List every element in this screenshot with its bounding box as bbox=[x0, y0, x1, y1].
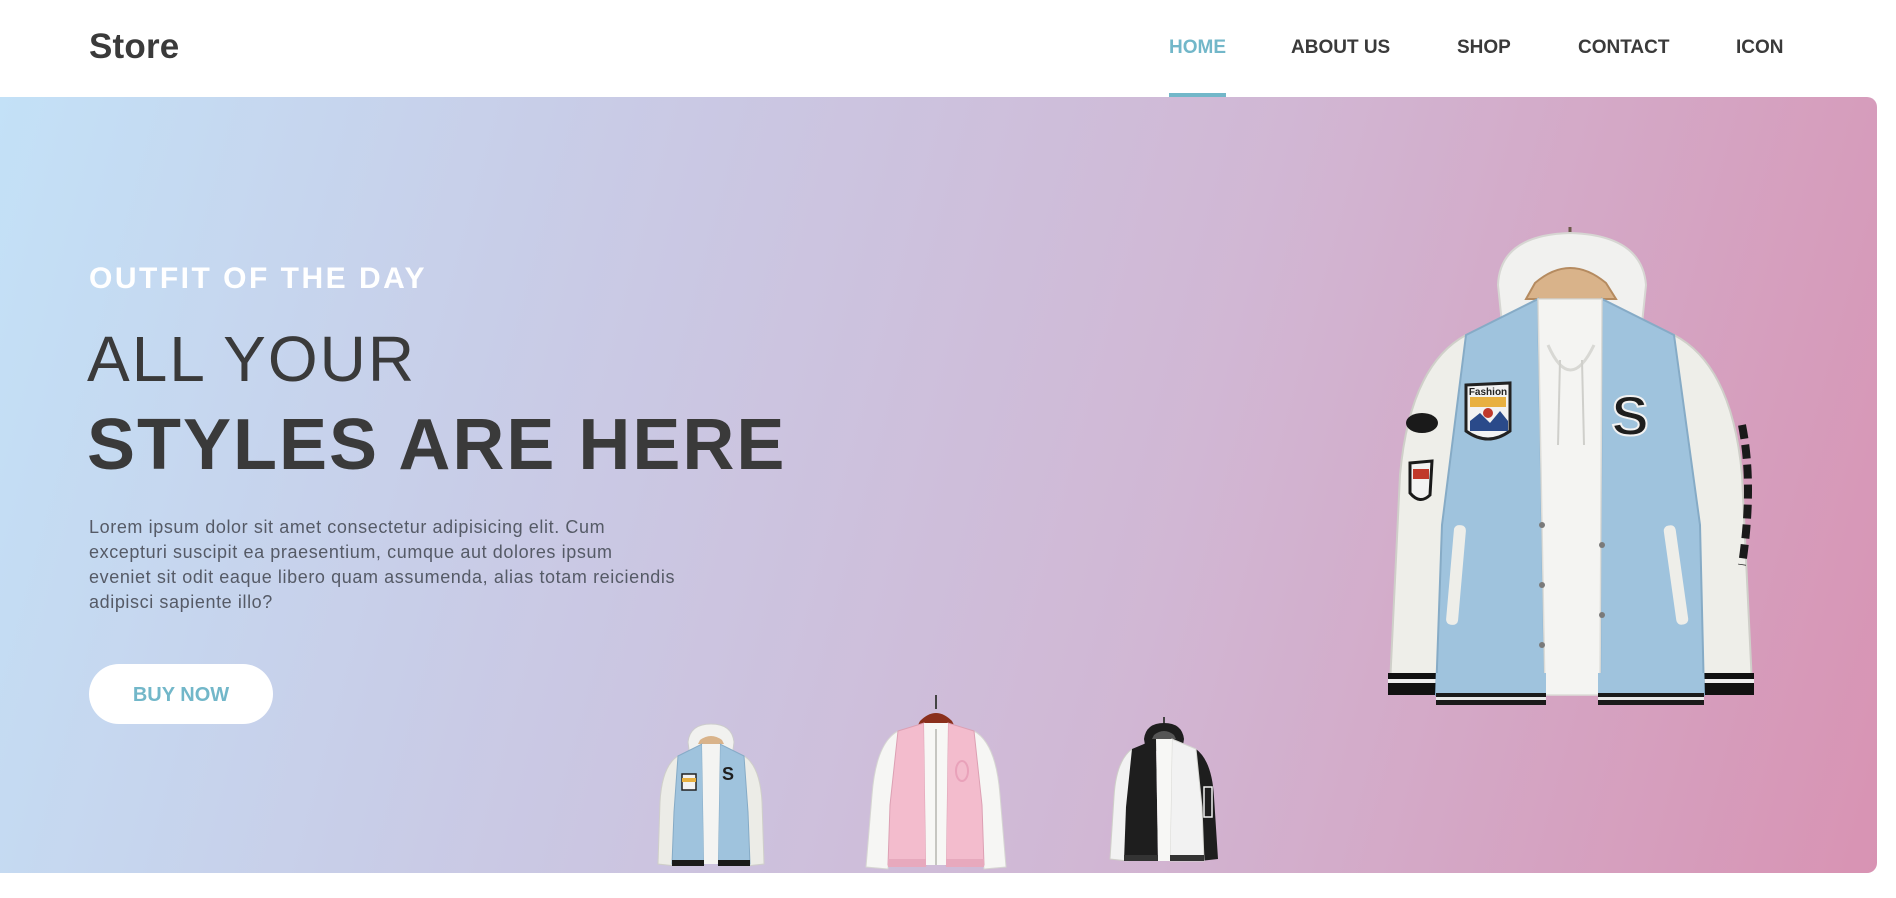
black-white-jacket-thumbnail[interactable] bbox=[1104, 717, 1224, 867]
patch-text: Fashion bbox=[1469, 387, 1507, 398]
hero-headline-line2: STYLES ARE HERE bbox=[87, 405, 787, 485]
hero-banner: OUTFIT OF THE DAY ALL YOUR STYLES ARE HE… bbox=[0, 97, 1877, 873]
store-logo[interactable]: Store bbox=[89, 27, 179, 67]
hero-eyebrow: OUTFIT OF THE DAY bbox=[89, 262, 428, 295]
blue-varsity-jacket-thumbnail[interactable]: S bbox=[652, 722, 770, 870]
nav-shop[interactable]: SHOP bbox=[1457, 37, 1511, 59]
hero-description: Lorem ipsum dolor sit amet consectetur a… bbox=[89, 517, 676, 612]
nav-home[interactable]: HOME bbox=[1169, 37, 1226, 59]
nav-contact[interactable]: CONTACT bbox=[1578, 37, 1669, 59]
site-header: Store HOME ABOUT US SHOP CONTACT ICON bbox=[0, 0, 1896, 97]
jacket-letter: S bbox=[1611, 384, 1648, 447]
blue-varsity-jacket-image: Fashion S bbox=[1388, 227, 1754, 705]
svg-text:S: S bbox=[722, 764, 734, 784]
buy-now-button[interactable]: BUY NOW bbox=[89, 664, 273, 724]
nav-icon[interactable]: ICON bbox=[1736, 37, 1784, 59]
hero-headline-line1: ALL YOUR bbox=[87, 323, 417, 395]
pink-varsity-jacket-thumbnail[interactable] bbox=[858, 695, 1014, 873]
nav-about-us[interactable]: ABOUT US bbox=[1291, 37, 1390, 59]
